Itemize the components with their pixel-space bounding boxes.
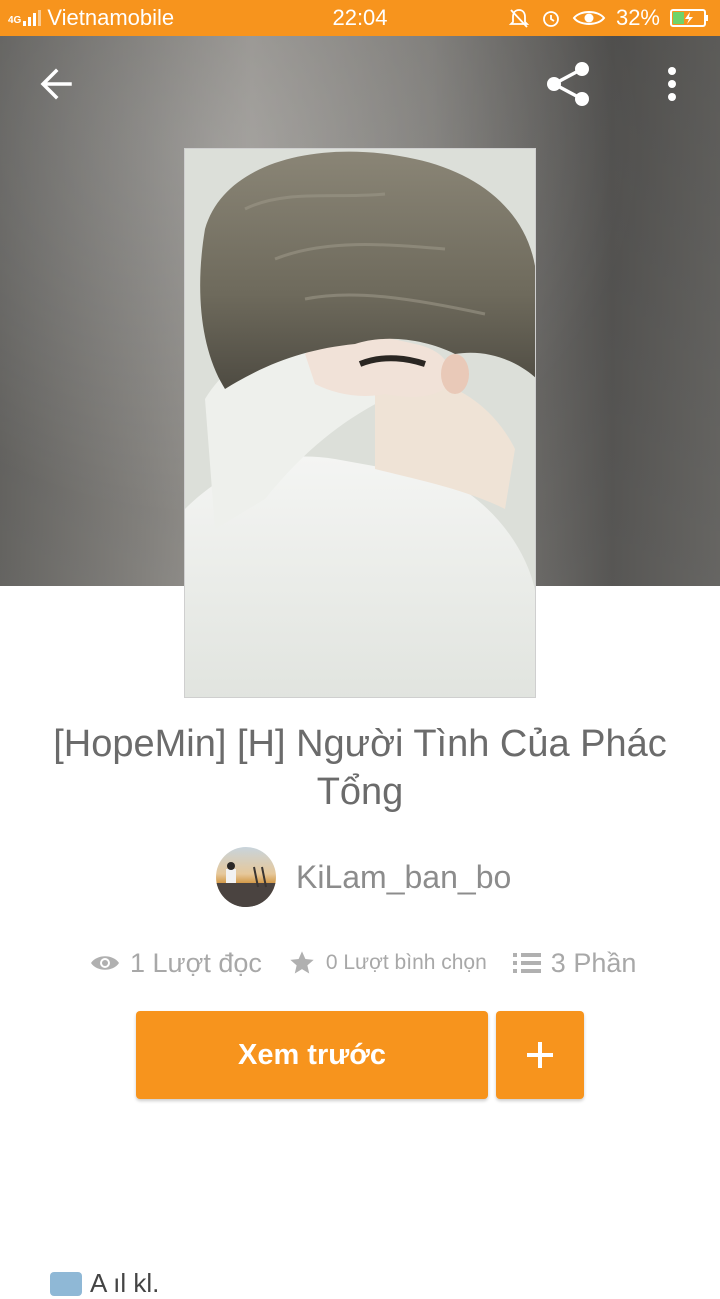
share-button[interactable] xyxy=(540,56,596,112)
bottom-partial-text: A ıl kl. xyxy=(90,1268,160,1298)
reads-stat: 1 Lượt đọc xyxy=(90,948,262,979)
story-stats: 1 Lượt đọc 0 Lượt bình chọn 3 Phần xyxy=(90,940,662,986)
author-row[interactable]: KiLam_ban_bo xyxy=(216,846,511,908)
reads-count: 1 Lượt đọc xyxy=(130,947,262,978)
votes-count: 0 Lượt bình chọn xyxy=(325,951,487,974)
story-title: [HopeMin] [H] Người Tình Của Phác Tổng xyxy=(53,723,667,813)
list-icon xyxy=(512,953,541,973)
alarm-icon xyxy=(543,11,559,27)
back-arrow-icon xyxy=(40,68,72,100)
parts-count: 3 Phần xyxy=(550,947,637,978)
battery-charging-icon xyxy=(670,9,708,27)
avatar-image xyxy=(216,862,276,907)
votes-stat: 0 Lượt bình chọn xyxy=(288,949,487,977)
bottom-partial-row: A ıl kl. xyxy=(50,1268,159,1299)
star-icon xyxy=(290,951,314,974)
status-right: 32% xyxy=(508,0,710,36)
author-avatar[interactable] xyxy=(216,847,276,907)
back-button[interactable] xyxy=(28,56,84,112)
preview-button[interactable]: Xem trước xyxy=(136,1011,488,1099)
more-options-button[interactable] xyxy=(644,56,700,112)
share-icon xyxy=(547,62,589,106)
more-vert-icon xyxy=(668,67,676,101)
author-name[interactable]: KiLam_ban_bo xyxy=(296,859,511,896)
parts-stat: 3 Phần xyxy=(512,947,637,979)
story-cover-image[interactable] xyxy=(184,148,536,698)
add-to-library-button[interactable] xyxy=(496,1011,584,1099)
mute-bell-icon xyxy=(508,9,530,28)
eye-icon xyxy=(572,11,606,25)
eye-icon xyxy=(91,956,119,970)
tag-icon xyxy=(50,1271,82,1296)
status-bar: 4G Vietnamobile 22:04 32% xyxy=(0,0,720,36)
battery-percent: 32% xyxy=(615,5,660,30)
cover-artwork xyxy=(185,149,535,697)
plus-icon xyxy=(527,1042,553,1068)
